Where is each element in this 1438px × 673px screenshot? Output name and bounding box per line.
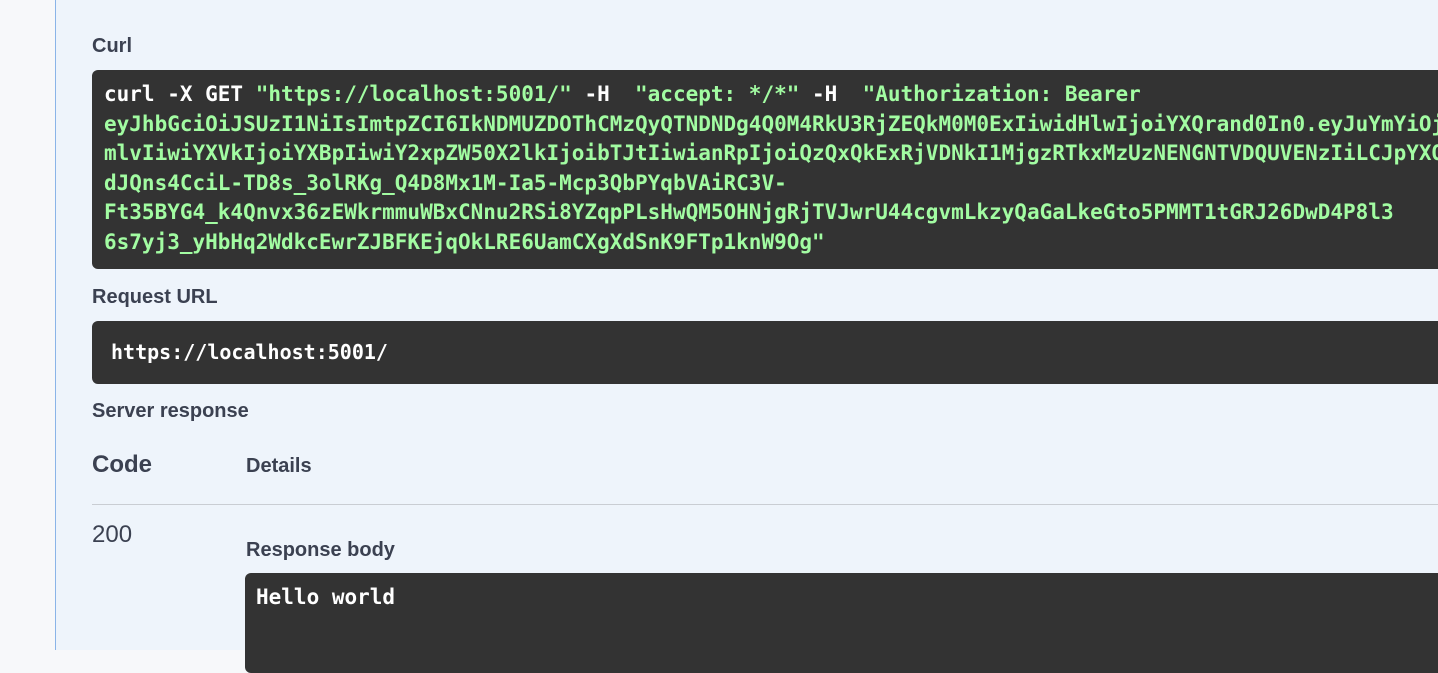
request-url-block[interactable]: https://localhost:5001/ [92,321,1438,384]
server-response-label: Server response [92,400,249,422]
curl-token-line: dJQns4CciL-TD8s_3olRKg_Q4D8Mx1M-Ia5-Mcp3… [104,170,787,195]
response-status-code: 200 [92,521,133,548]
response-body-block[interactable]: Hello world [245,573,1438,673]
curl-code-block[interactable]: curl -X GET "https://localhost:5001/" -H… [92,70,1438,269]
curl-auth-header: "Authorization: Bearer [862,82,1141,106]
details-column-header: Details [246,455,312,477]
left-gutter [0,0,55,650]
curl-flag: -H [571,82,636,106]
curl-token-line: mlvIiwiYXVkIjoiYXBpIiwiY2xpZW50X2lkIjoib… [104,141,1438,165]
curl-accept-header: "accept: */*" [635,82,800,106]
curl-token-line: eyJhbGciOiJSUzI1NiIsImtpZCI6IkNDMUZDOThC… [104,111,1438,136]
request-url-label: Request URL [92,286,218,308]
curl-token-line: 6s7yj3_yHbHq2WdkcEwrZJBFKEjqOkLRE6UamCXg… [104,229,825,254]
curl-label: Curl [92,35,132,57]
curl-flag: -H [799,82,863,106]
curl-line-1: curl -X GET "https://localhost:5001/" -H… [104,80,1438,110]
table-divider [92,504,1438,505]
code-column-header: Code [92,451,152,478]
response-body-label: Response body [246,539,395,561]
curl-command: curl -X GET [104,82,256,106]
curl-token-line: Ft35BYG4_k4Qnvx36zEWkrmmuWBxCNnu2RSi8YZq… [104,200,1394,224]
curl-url: "https://localhost:5001/" [255,82,572,106]
